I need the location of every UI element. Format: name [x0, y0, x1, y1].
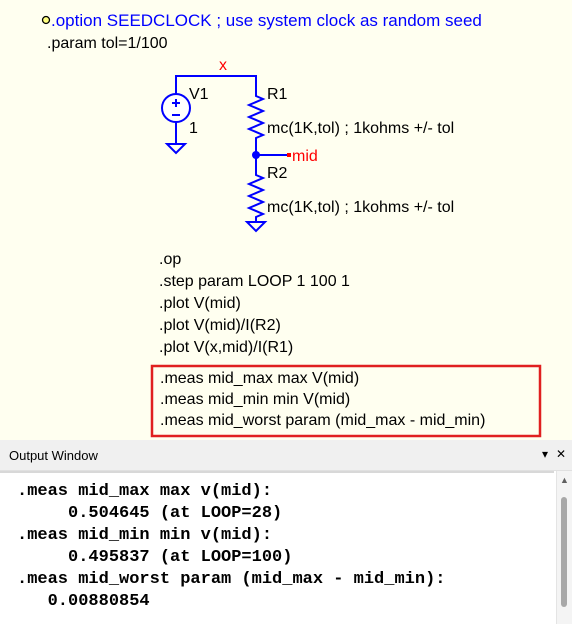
wire-top[interactable]	[175, 75, 257, 94]
ground-symbol-v1	[164, 143, 188, 155]
schematic-editor[interactable]: .option SEEDCLOCK ; use system clock as …	[0, 0, 572, 441]
resistor-r1[interactable]	[246, 84, 266, 155]
resistor-r2[interactable]	[246, 155, 266, 222]
output-line: .meas mid_max max v(mid):	[17, 482, 273, 501]
close-icon[interactable]: ✕	[554, 446, 568, 462]
directive-plot-vmid-ir2[interactable]: .plot V(mid)/I(R2)	[159, 316, 281, 336]
v1-name-label[interactable]: V1	[189, 85, 209, 105]
output-line: 0.495837 (at LOOP=100)	[17, 548, 293, 567]
output-window: Output Window ▾ ✕ .meas mid_max max v(mi…	[0, 440, 572, 626]
directive-meas-mid-worst[interactable]: .meas mid_worst param (mid_max - mid_min…	[160, 411, 485, 431]
chevron-down-icon[interactable]: ▾	[538, 446, 552, 462]
directive-option-seedclock[interactable]: .option SEEDCLOCK ; use system clock as …	[51, 11, 482, 31]
net-label-mid[interactable]: mid	[292, 147, 318, 167]
output-scrollbar[interactable]: ▲	[556, 471, 572, 624]
directive-plot-vmid[interactable]: .plot V(mid)	[159, 294, 241, 314]
net-label-mid-marker	[287, 153, 291, 157]
output-line: .meas mid_worst param (mid_max - mid_min…	[17, 570, 446, 589]
directive-step[interactable]: .step param LOOP 1 100 1	[159, 272, 350, 292]
directive-meas-mid-max[interactable]: .meas mid_max max V(mid)	[160, 369, 359, 389]
output-line: 0.00880854	[17, 592, 150, 611]
directive-op[interactable]: .op	[159, 250, 181, 270]
r1-value-label[interactable]: mc(1K,tol) ; 1kohms +/- tol	[267, 119, 454, 139]
net-label-x[interactable]: x	[219, 56, 227, 76]
output-line: 0.504645 (at LOOP=28)	[17, 504, 283, 523]
output-window-titlebar[interactable]: Output Window ▾ ✕	[0, 440, 572, 471]
output-log[interactable]: .meas mid_max max v(mid): 0.504645 (at L…	[0, 471, 554, 626]
output-line: .meas mid_min min v(mid):	[17, 526, 273, 545]
scrollbar-thumb[interactable]	[561, 497, 567, 607]
directive-anchor-icon[interactable]	[41, 15, 51, 25]
scroll-up-icon[interactable]: ▲	[560, 475, 569, 485]
r2-name-label[interactable]: R2	[267, 164, 287, 184]
directive-param-tol[interactable]: .param tol=1/100	[47, 34, 168, 54]
ground-symbol-r2	[244, 221, 268, 233]
r2-value-label[interactable]: mc(1K,tol) ; 1kohms +/- tol	[267, 198, 454, 218]
r1-name-label[interactable]: R1	[267, 85, 287, 105]
voltage-source-v1[interactable]	[161, 93, 191, 123]
directive-plot-vxmid-ir1[interactable]: .plot V(x,mid)/I(R1)	[159, 338, 293, 358]
directive-meas-mid-min[interactable]: .meas mid_min min V(mid)	[160, 390, 350, 410]
output-window-title: Output Window	[9, 448, 98, 463]
v1-value-label[interactable]: 1	[189, 119, 198, 139]
